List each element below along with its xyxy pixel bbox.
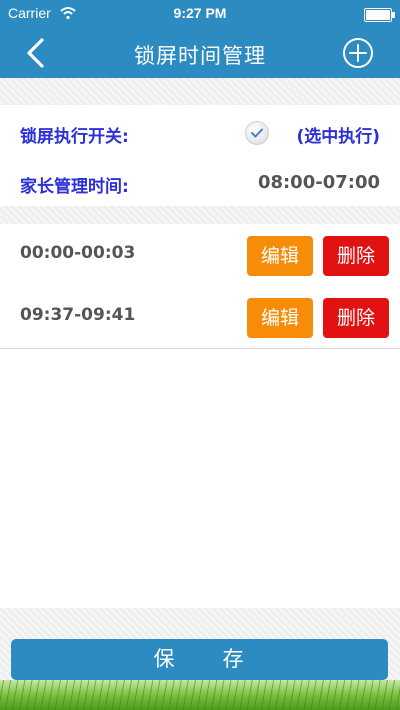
lock-switch-label: 锁屏执行开关: [20,127,129,147]
lock-switch-note: (选中执行) [296,127,380,147]
settings-card: 锁屏执行开关: (选中执行) 家长管理时间: 08:00-07:00 [0,105,400,206]
add-circle-icon[interactable] [342,37,374,69]
parent-time-label: 家长管理时间: [20,177,129,197]
divider-band [0,206,400,224]
parent-time-value[interactable]: 08:00-07:00 [258,172,380,193]
battery-icon [364,8,395,22]
schedule-time: 00:00-00:03 [20,243,136,263]
schedule-list: 00:00-00:03 编辑 删除 09:37-09:41 编辑 删除 [0,224,400,608]
list-item: 09:37-09:41 编辑 删除 [0,286,400,349]
list-item: 00:00-00:03 编辑 删除 [0,224,400,287]
status-bar: Carrier 9:27 PM [0,0,400,28]
checkmark-icon [251,128,263,138]
grass-decoration [0,680,400,710]
edit-button[interactable]: 编辑 [247,298,313,338]
delete-button[interactable]: 删除 [323,236,389,276]
edit-button[interactable]: 编辑 [247,236,313,276]
page-title: 锁屏时间管理 [134,44,266,68]
save-button[interactable]: 保 存 [11,639,388,680]
delete-button[interactable]: 删除 [323,298,389,338]
lock-switch-checkbox[interactable] [245,121,269,145]
schedule-time: 09:37-09:41 [20,305,136,325]
status-time: 9:27 PM [173,5,227,21]
divider-band [0,78,400,105]
nav-bar: 锁屏时间管理 [0,28,400,78]
